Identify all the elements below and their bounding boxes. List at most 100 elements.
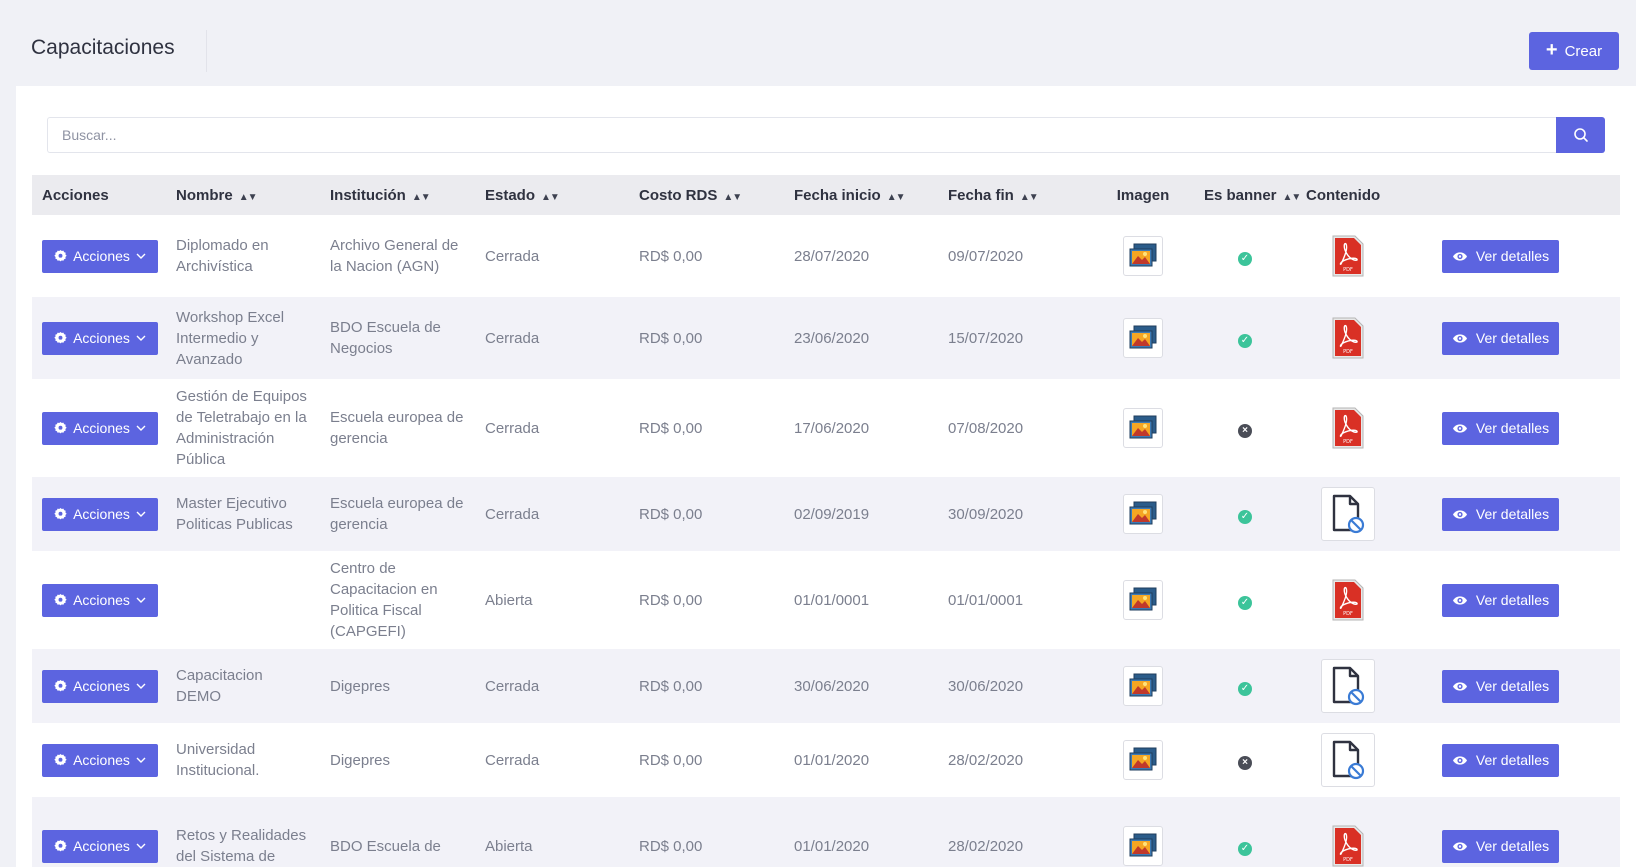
eye-icon: [1452, 595, 1467, 605]
acciones-dropdown-button[interactable]: Acciones: [42, 411, 158, 445]
image-thumbnail[interactable]: [1123, 236, 1163, 276]
cell-costo: RD$ 0,00: [639, 505, 703, 523]
ver-detalles-label: Ver detalles: [1475, 592, 1550, 608]
ver-detalles-button[interactable]: Ver detalles: [1442, 497, 1559, 531]
cell-details: Ver detalles: [1400, 649, 1620, 723]
cell-details: Ver detalles: [1400, 551, 1620, 649]
ver-detalles-button[interactable]: Ver detalles: [1442, 239, 1559, 273]
sort-icon[interactable]: ▲▼: [1283, 192, 1302, 203]
cell-imagen: [1092, 215, 1194, 297]
search-input[interactable]: [47, 117, 1556, 153]
column-header-es-banner[interactable]: Es banner ▲▼: [1194, 175, 1301, 215]
cell-fecha-fin: 30/06/2020: [948, 677, 1024, 695]
pdf-icon: PDF: [1332, 235, 1364, 277]
image-icon: [1129, 415, 1157, 439]
cell-costo: RD$ 0,00: [639, 677, 703, 695]
ver-detalles-button[interactable]: Ver detalles: [1442, 829, 1559, 863]
column-header-estado[interactable]: Estado ▲▼: [475, 175, 629, 215]
eye-icon: [1452, 251, 1467, 261]
gear-icon: [54, 679, 67, 691]
content-pdf[interactable]: PDF: [1328, 232, 1368, 280]
capacitaciones-table: Acciones Nombre ▲▼ Institución ▲▼ Estado ▲▼…: [32, 175, 1620, 867]
content-pdf[interactable]: PDF: [1328, 576, 1368, 624]
image-thumbnail[interactable]: [1123, 666, 1163, 706]
cell-details: Ver detalles: [1400, 723, 1620, 797]
cell-nombre: [166, 551, 320, 649]
acciones-dropdown-button[interactable]: Acciones: [42, 321, 158, 355]
image-thumbnail[interactable]: [1123, 740, 1163, 780]
svg-text:PDF: PDF: [1343, 349, 1353, 355]
eye-icon: [1452, 755, 1467, 765]
ver-detalles-label: Ver detalles: [1475, 420, 1550, 436]
no-content-icon: [1332, 740, 1365, 780]
table-row: Acciones Master Ejecutivo Politicas Publ…: [32, 477, 1620, 551]
cell-contenido: PDF: [1296, 297, 1400, 379]
ver-detalles-button[interactable]: Ver detalles: [1442, 411, 1559, 445]
cell-imagen: [1092, 379, 1194, 477]
acciones-dropdown-button[interactable]: Acciones: [42, 829, 158, 863]
check-icon: ✓: [1238, 333, 1252, 348]
gear-icon: [54, 753, 67, 765]
no-content-icon: [1332, 666, 1365, 706]
sort-icon[interactable]: ▲▼: [541, 192, 560, 203]
column-header-fecha-fin[interactable]: Fecha fin ▲▼: [938, 175, 1092, 215]
cell-acciones: Acciones: [32, 723, 166, 797]
eye-icon: [1452, 333, 1467, 343]
pdf-icon: PDF: [1332, 317, 1364, 359]
sort-icon[interactable]: ▲▼: [239, 192, 258, 203]
image-thumbnail[interactable]: [1123, 318, 1163, 358]
cell-estado: Cerrada: [485, 677, 540, 695]
cell-fecha-inicio: 02/09/2019: [794, 505, 870, 523]
cell-acciones: Acciones: [32, 551, 166, 649]
content-pdf[interactable]: PDF: [1328, 822, 1368, 867]
column-header-contenido: Contenido: [1306, 186, 1381, 204]
cell-contenido: PDF: [1296, 551, 1400, 649]
sort-icon[interactable]: ▲▼: [412, 192, 431, 203]
cell-estado: Cerrada: [485, 329, 540, 347]
svg-text:PDF: PDF: [1343, 267, 1353, 273]
gear-icon: [54, 421, 67, 433]
create-button[interactable]: + Crear: [1529, 32, 1619, 70]
column-header-institucion[interactable]: Institución ▲▼: [320, 175, 475, 215]
cell-nombre: Master Ejecutivo Politicas Publicas: [176, 495, 293, 533]
cell-estado: Cerrada: [485, 419, 540, 437]
search-button[interactable]: [1556, 117, 1605, 153]
acciones-dropdown-button[interactable]: Acciones: [42, 497, 158, 531]
ver-detalles-button[interactable]: Ver detalles: [1442, 583, 1559, 617]
ver-detalles-button[interactable]: Ver detalles: [1442, 743, 1559, 777]
image-thumbnail[interactable]: [1123, 826, 1163, 866]
content-pdf[interactable]: PDF: [1328, 314, 1368, 362]
acciones-dropdown-button[interactable]: Acciones: [42, 239, 158, 273]
cell-costo: RD$ 0,00: [639, 837, 703, 855]
cell-details: Ver detalles: [1400, 797, 1620, 867]
image-icon: [1129, 747, 1157, 771]
ver-detalles-button[interactable]: Ver detalles: [1442, 321, 1559, 355]
acciones-dropdown-button[interactable]: Acciones: [42, 743, 158, 777]
cell-contenido: PDF: [1296, 215, 1400, 297]
cell-details: Ver detalles: [1400, 477, 1620, 551]
image-thumbnail[interactable]: [1123, 580, 1163, 620]
ver-detalles-label: Ver detalles: [1475, 248, 1550, 264]
image-thumbnail[interactable]: [1123, 408, 1163, 448]
content-pdf[interactable]: PDF: [1328, 404, 1368, 452]
column-header-nombre[interactable]: Nombre ▲▼: [166, 175, 320, 215]
create-button-label: Crear: [1564, 42, 1603, 60]
column-header-costo[interactable]: Costo RDS ▲▼: [629, 175, 784, 215]
cell-fecha-inicio: 23/06/2020: [794, 329, 870, 347]
ver-detalles-button[interactable]: Ver detalles: [1442, 669, 1559, 703]
table-body: Acciones Diplomado en Archivística Archi…: [32, 215, 1620, 867]
sort-icon[interactable]: ▲▼: [887, 192, 906, 203]
cell-details: Ver detalles: [1400, 297, 1620, 379]
cell-costo: RD$ 0,00: [639, 751, 703, 769]
column-header-fecha-inicio[interactable]: Fecha inicio ▲▼: [784, 175, 938, 215]
sort-icon[interactable]: ▲▼: [723, 192, 742, 203]
column-header-imagen: Imagen: [1116, 186, 1170, 204]
sort-icon[interactable]: ▲▼: [1020, 192, 1039, 203]
acciones-dropdown-button[interactable]: Acciones: [42, 583, 158, 617]
cell-fecha-inicio: 01/01/2020: [794, 837, 870, 855]
image-thumbnail[interactable]: [1123, 494, 1163, 534]
acciones-dropdown-button[interactable]: Acciones: [42, 669, 158, 703]
table-row: Acciones Gestión de Equipos de Teletraba…: [32, 379, 1620, 477]
gear-icon: [54, 593, 67, 605]
cell-fecha-inicio: 01/01/2020: [794, 751, 870, 769]
